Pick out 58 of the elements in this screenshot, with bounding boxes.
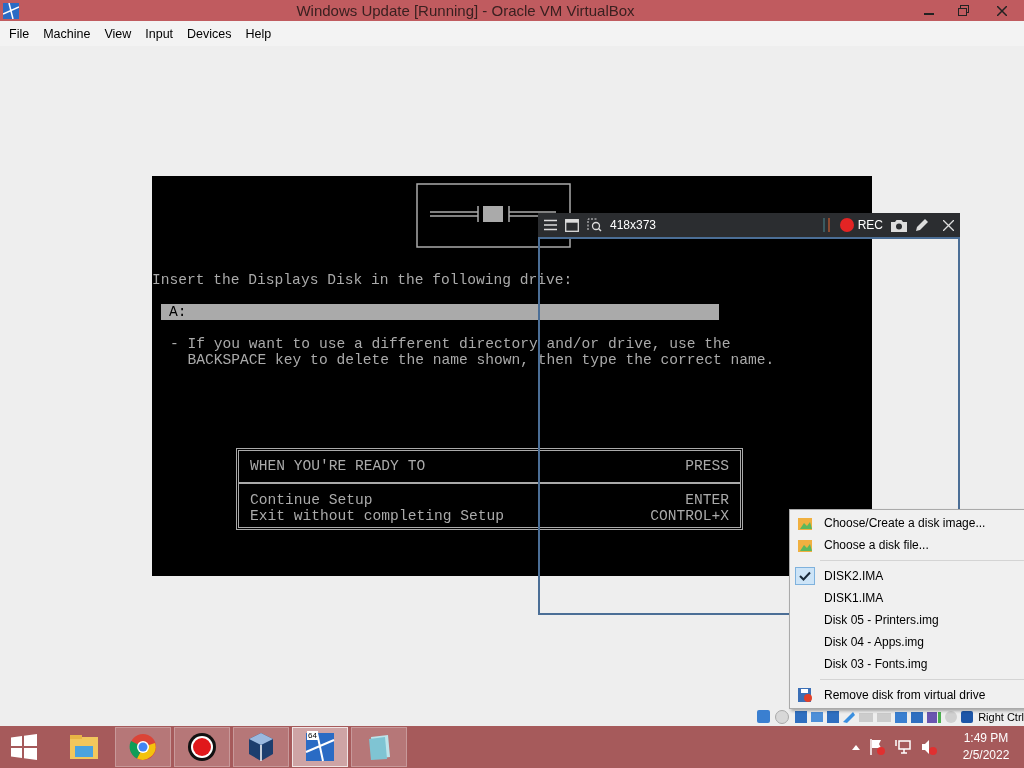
hint-text: - If you want to use a different directory and/or drive, use the BACKSPACE key to delete the name shown, then type the correct name. — [170, 336, 775, 368]
clock-time: 1:49 PM — [963, 730, 1009, 747]
menu-item[interactable]: Devices — [181, 26, 238, 41]
menu-item[interactable]: DISK1.IMA — [790, 587, 1024, 609]
camera-icon[interactable] — [891, 218, 907, 232]
menu-item[interactable]: Choose/Create a disk image... — [790, 512, 1024, 534]
table-header: WHEN YOU'RE READY TO — [250, 458, 426, 474]
close-icon[interactable] — [943, 219, 954, 231]
muted-speaker-icon[interactable] — [920, 738, 938, 756]
app-badge: 64 — [307, 731, 318, 740]
record-dot-icon — [839, 218, 854, 232]
app-icon — [3, 2, 19, 19]
clock[interactable]: 1:49 PM 2/5/2022 — [956, 730, 1016, 764]
taskbar-app-button[interactable]: 64 — [292, 727, 348, 767]
drive-field[interactable]: A: — [161, 304, 719, 320]
host-key-label: Right Ctrl — [978, 711, 1024, 723]
menu-item[interactable]: Machine — [37, 26, 97, 41]
table-header: PRESS — [685, 458, 729, 474]
network-icon[interactable] — [894, 738, 912, 756]
menu-item[interactable]: Remove disk from virtual drive — [790, 684, 1024, 706]
notepad-icon — [366, 733, 392, 761]
taskbar-app-button[interactable] — [174, 727, 230, 767]
menu-item[interactable]: File — [3, 26, 36, 41]
menu-item[interactable]: Choose a disk file... — [790, 534, 1024, 556]
menu-item[interactable]: DISK2.IMA — [790, 565, 1024, 587]
table-cell: Exit without completing Setup — [250, 508, 504, 524]
folder-image-icon — [797, 537, 813, 553]
windows-logo-icon — [11, 734, 37, 760]
window-pane-icon — [305, 732, 335, 762]
region-search-icon[interactable] — [587, 218, 602, 232]
table-cell: CONTROL+X — [650, 508, 729, 524]
menu-item[interactable]: Disk 03 - Fonts.img — [790, 653, 1024, 675]
cube-icon — [248, 732, 274, 762]
menu-item[interactable]: View — [98, 26, 138, 41]
window-icon[interactable] — [565, 218, 579, 232]
menu-icon[interactable] — [544, 219, 557, 231]
menu-item[interactable]: Input — [139, 26, 180, 41]
capture-size: 418x373 — [610, 218, 657, 232]
restore-icon — [957, 5, 969, 16]
record-button[interactable]: REC — [839, 218, 883, 232]
flag-icon[interactable] — [868, 738, 886, 756]
floppy-remove-icon — [797, 687, 813, 703]
folder-icon — [69, 734, 99, 760]
audio-level-icon — [821, 217, 832, 233]
close-icon — [997, 5, 1007, 16]
record-icon — [187, 732, 217, 762]
browser-icon — [129, 733, 157, 761]
clock-date: 2/5/2022 — [962, 747, 1010, 764]
menu-item[interactable]: Disk 05 - Printers.img — [790, 609, 1024, 631]
folder-image-icon — [797, 515, 813, 531]
table-cell: Continue Setup — [250, 492, 373, 508]
window-title: Windows Update [Running] - Oracle VM VirtualBox — [295, 2, 636, 19]
menu-item[interactable]: Help — [239, 26, 278, 41]
table-cell: ENTER — [685, 492, 729, 508]
menu-item[interactable]: Disk 04 - Apps.img — [790, 631, 1024, 653]
pencil-icon[interactable] — [915, 218, 929, 232]
minimize-icon — [924, 13, 934, 15]
caret-up-icon[interactable] — [852, 744, 860, 750]
